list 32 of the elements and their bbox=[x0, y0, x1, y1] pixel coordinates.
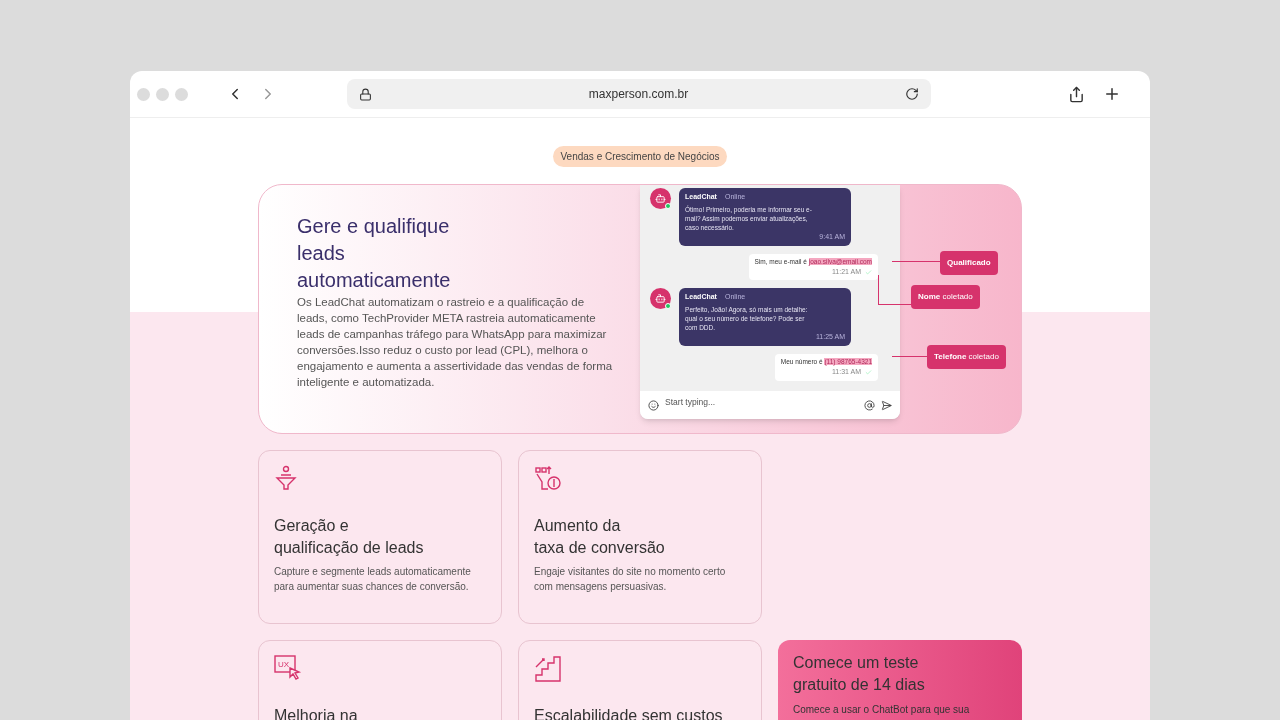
trial-title: Comece um teste gratuito de 14 dias bbox=[793, 653, 926, 695]
category-badge: Vendas e Crescimento de Negócios bbox=[552, 146, 728, 167]
address-bar[interactable]: maxperson.com.br bbox=[347, 79, 931, 109]
bot-avatar bbox=[650, 288, 672, 310]
hero-title: Gere e qualifique leads automaticamente bbox=[297, 214, 452, 293]
new-tab-icon[interactable] bbox=[1103, 85, 1121, 103]
status-tag: Qualificado bbox=[940, 251, 998, 275]
url-text: maxperson.com.br bbox=[587, 86, 690, 103]
share-icon[interactable] bbox=[1068, 85, 1085, 103]
send-icon[interactable] bbox=[881, 399, 893, 411]
reload-icon[interactable] bbox=[905, 87, 919, 101]
emoji-icon[interactable] bbox=[648, 399, 660, 411]
bot-avatar bbox=[650, 188, 672, 209]
feature-description: Capture e segmente leads automaticamente para aumentar suas chances de conversão. bbox=[274, 565, 472, 594]
funnel-icon bbox=[274, 465, 298, 491]
hero-description: Os LeadChat automatizam o rastreio e a qualificação de leads, como TechProvider META rastreia automaticamente leads de campanhas tráfego para WhatsApp para maximizar conversões.Isso reduz o custo por lead (CPL), melhora o engajamento e aumenta a assertividade das vendas de forma inteligente e automatizada. bbox=[297, 295, 614, 390]
mention-icon[interactable] bbox=[864, 399, 876, 411]
feature-title: Geração e qualificação de leads bbox=[274, 516, 425, 558]
lock-icon bbox=[359, 87, 372, 101]
message-input[interactable]: Start typing... bbox=[640, 391, 901, 419]
read-check-icon bbox=[865, 368, 873, 376]
connector-line bbox=[892, 356, 929, 357]
input-placeholder: Start typing... bbox=[665, 395, 717, 409]
status-tag: Nome coletado bbox=[911, 285, 980, 309]
stairs-icon bbox=[534, 655, 562, 683]
trial-description: Comece a usar o ChatBot para que sua bbox=[793, 703, 971, 717]
connector-line bbox=[892, 261, 941, 262]
feature-title: Aumento da taxa de conversão bbox=[534, 516, 666, 558]
read-check-icon bbox=[865, 268, 873, 276]
feature-description: Engaje visitantes do site no momento certo com mensagens persuasivas. bbox=[534, 565, 727, 594]
status-tag: Telefone coletado bbox=[927, 345, 1006, 369]
conversion-icon bbox=[534, 465, 564, 493]
